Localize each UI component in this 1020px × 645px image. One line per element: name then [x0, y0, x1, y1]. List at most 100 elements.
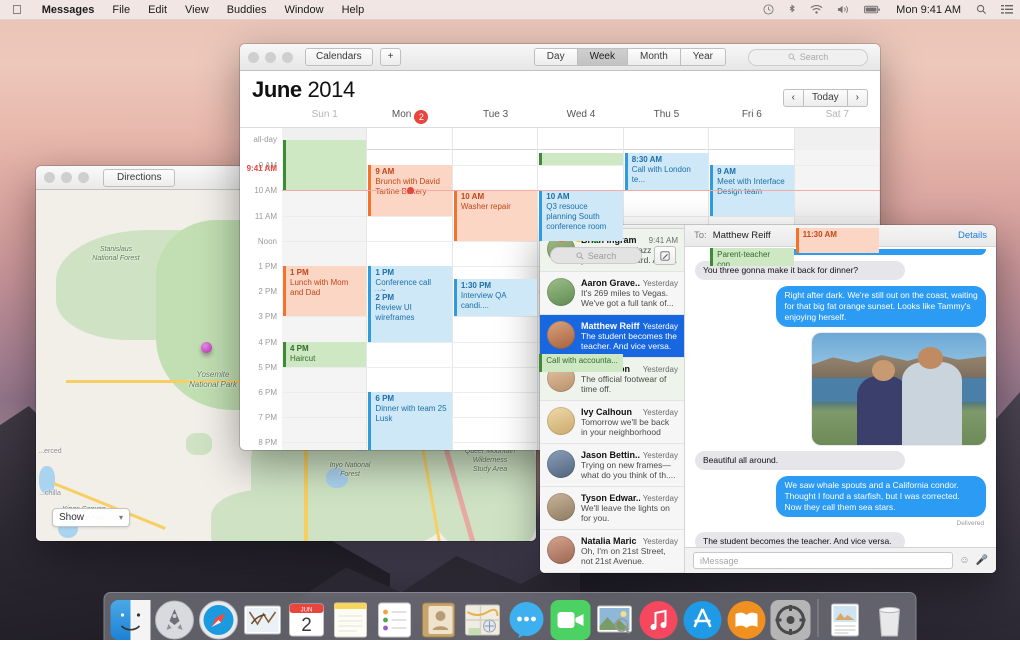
- dock-icon-system-preferences[interactable]: [771, 600, 811, 640]
- dock-icon-safari[interactable]: [199, 600, 239, 640]
- dock-icon-maps[interactable]: [463, 600, 503, 640]
- dock-icon-finder[interactable]: [111, 600, 151, 640]
- messages-sidebar[interactable]: Search Brian Ingram9:41 AMBest surfabill…: [540, 225, 685, 573]
- dock-icon-app-store[interactable]: [683, 600, 723, 640]
- microphone-icon[interactable]: 🎤: [976, 555, 988, 566]
- calendar-zoom-button[interactable]: [282, 52, 293, 63]
- dock-icon-contacts[interactable]: [419, 600, 459, 640]
- calendar-event[interactable]: [283, 140, 366, 190]
- maps-traffic-lights[interactable]: [36, 172, 89, 183]
- calendar-event[interactable]: 4 PMHaircut: [283, 342, 366, 367]
- calendar-event[interactable]: 2 PMReview UI wireframes: [368, 291, 451, 341]
- to-recipient-value[interactable]: Matthew Reiff: [713, 230, 771, 241]
- day-header-sat[interactable]: Sat 7: [795, 109, 880, 127]
- day-header-mon[interactable]: Mon2: [367, 109, 452, 127]
- dock-icon-messages[interactable]: [507, 600, 547, 640]
- calendar-view-switcher[interactable]: Day Week Month Year: [534, 48, 726, 66]
- dock[interactable]: JUN2: [104, 592, 917, 640]
- message-bubble-incoming[interactable]: The student becomes the teacher. And vic…: [695, 532, 905, 547]
- dock-icon-photos[interactable]: [595, 600, 635, 640]
- dock-icon-documents-stack[interactable]: [826, 600, 866, 640]
- allday-cell[interactable]: [367, 128, 452, 150]
- day-header-wed[interactable]: Wed 4: [538, 109, 623, 127]
- next-week-button[interactable]: ›: [848, 89, 868, 107]
- calendar-nav-group[interactable]: ‹ Today ›: [783, 89, 868, 107]
- message-input-bar[interactable]: iMessage ☺ 🎤: [685, 547, 996, 573]
- dock-icon-facetime[interactable]: [551, 600, 591, 640]
- emoji-icon[interactable]: ☺: [959, 555, 969, 566]
- menu-item-messages[interactable]: Messages: [33, 0, 104, 20]
- dock-icon-reminders[interactable]: [375, 600, 415, 640]
- day-header-sun[interactable]: Sun 1: [282, 109, 367, 127]
- allday-cell[interactable]: [709, 128, 794, 150]
- messages-window[interactable]: Search Brian Ingram9:41 AMBest surfabill…: [540, 225, 996, 573]
- apple-logo-icon[interactable]: : [0, 3, 33, 16]
- map-show-dropdown[interactable]: Show ▾: [52, 508, 130, 527]
- dock-icon-itunes[interactable]: [639, 600, 679, 640]
- compose-message-icon[interactable]: [654, 246, 676, 265]
- conversation-list[interactable]: Brian Ingram9:41 AMBest surfabilly jazz …: [540, 229, 684, 573]
- allday-cell[interactable]: [538, 128, 623, 150]
- day-header-tue[interactable]: Tue 3: [453, 109, 538, 127]
- dock-icon-trash[interactable]: [870, 600, 910, 640]
- menubar-clock[interactable]: Mon 9:41 AM: [888, 4, 969, 16]
- conversation-list-item[interactable]: Aaron Grave...YesterdayIt's 269 miles to…: [540, 272, 684, 315]
- view-month-button[interactable]: Month: [628, 48, 681, 66]
- calendar-close-button[interactable]: [248, 52, 259, 63]
- menu-item-help[interactable]: Help: [333, 0, 374, 20]
- wifi-icon[interactable]: [803, 4, 830, 15]
- calendar-search-input[interactable]: Search: [748, 49, 868, 66]
- calendars-button[interactable]: Calendars: [305, 48, 373, 66]
- allday-row[interactable]: [282, 128, 880, 150]
- message-bubble-outgoing[interactable]: Right after dark. We're still out on the…: [776, 286, 986, 327]
- spotlight-search-icon[interactable]: [969, 4, 994, 15]
- message-bubble-incoming[interactable]: Beautiful all around.: [695, 451, 905, 470]
- dock-icon-mail[interactable]: [243, 600, 283, 640]
- allday-cell[interactable]: [795, 128, 880, 150]
- conversation-list-item[interactable]: Natalia MaricYesterdayOh, I'm on 21st St…: [540, 530, 684, 573]
- menu-item-window[interactable]: Window: [275, 0, 332, 20]
- view-year-button[interactable]: Year: [681, 48, 726, 66]
- calendar-event[interactable]: 1:30 PMInterview QA candi....: [454, 279, 537, 317]
- message-bubble-outgoing[interactable]: We saw whale spouts and a California con…: [776, 476, 986, 517]
- menu-item-view[interactable]: View: [176, 0, 218, 20]
- allday-cell[interactable]: [624, 128, 709, 150]
- notification-center-icon[interactable]: [994, 4, 1020, 15]
- calendar-event[interactable]: 6 PMDinner with team 25 Lusk: [368, 392, 451, 450]
- maps-close-button[interactable]: [44, 172, 55, 183]
- details-button[interactable]: Details: [958, 230, 987, 241]
- conversation-list-item[interactable]: Jason Bettin...YesterdayTrying on new fr…: [540, 444, 684, 487]
- conversation-list-item[interactable]: Matthew ReiffYesterdayThe student become…: [540, 315, 684, 358]
- calendar-event[interactable]: 1 PMConference call wit...: [368, 266, 451, 291]
- volume-icon[interactable]: [830, 4, 857, 15]
- calendar-event[interactable]: 10 AMWasher repair: [454, 190, 537, 240]
- message-photo-attachment[interactable]: [812, 333, 986, 445]
- menu-item-file[interactable]: File: [103, 0, 139, 20]
- bluetooth-icon[interactable]: [781, 4, 803, 16]
- imessage-input[interactable]: iMessage: [693, 552, 953, 569]
- calendar-event[interactable]: 1 PMLunch with Mom and Dad: [283, 266, 366, 316]
- menu-item-edit[interactable]: Edit: [139, 0, 176, 20]
- conversation-list-item[interactable]: Tyson Edwar...YesterdayWe'll leave the l…: [540, 487, 684, 530]
- day-header-thu[interactable]: Thu 5: [624, 109, 709, 127]
- prev-week-button[interactable]: ‹: [783, 89, 804, 107]
- menu-item-buddies[interactable]: Buddies: [218, 0, 276, 20]
- calendar-event[interactable]: Parent-teacher con...: [710, 248, 793, 266]
- calendar-event[interactable]: Call with accounta...: [539, 354, 622, 372]
- dock-icon-ibooks[interactable]: [727, 600, 767, 640]
- today-button[interactable]: Today: [804, 89, 848, 107]
- day-header-fri[interactable]: Fri 6: [709, 109, 794, 127]
- calendar-minimize-button[interactable]: [265, 52, 276, 63]
- battery-icon[interactable]: [857, 5, 888, 15]
- calendar-event[interactable]: 11:30 AM: [796, 228, 879, 253]
- message-thread[interactable]: You three gonna make it back for dinner?…: [685, 247, 996, 547]
- maps-zoom-button[interactable]: [78, 172, 89, 183]
- calendar-event[interactable]: 10 AMQ3 resouce planning South conferenc…: [539, 190, 622, 240]
- calendar-event[interactable]: [539, 153, 622, 166]
- directions-button[interactable]: Directions: [103, 169, 175, 187]
- dock-icon-notes[interactable]: [331, 600, 371, 640]
- calendar-traffic-lights[interactable]: [240, 52, 293, 63]
- view-day-button[interactable]: Day: [534, 48, 578, 66]
- view-week-button[interactable]: Week: [578, 48, 628, 66]
- time-machine-icon[interactable]: [756, 4, 781, 15]
